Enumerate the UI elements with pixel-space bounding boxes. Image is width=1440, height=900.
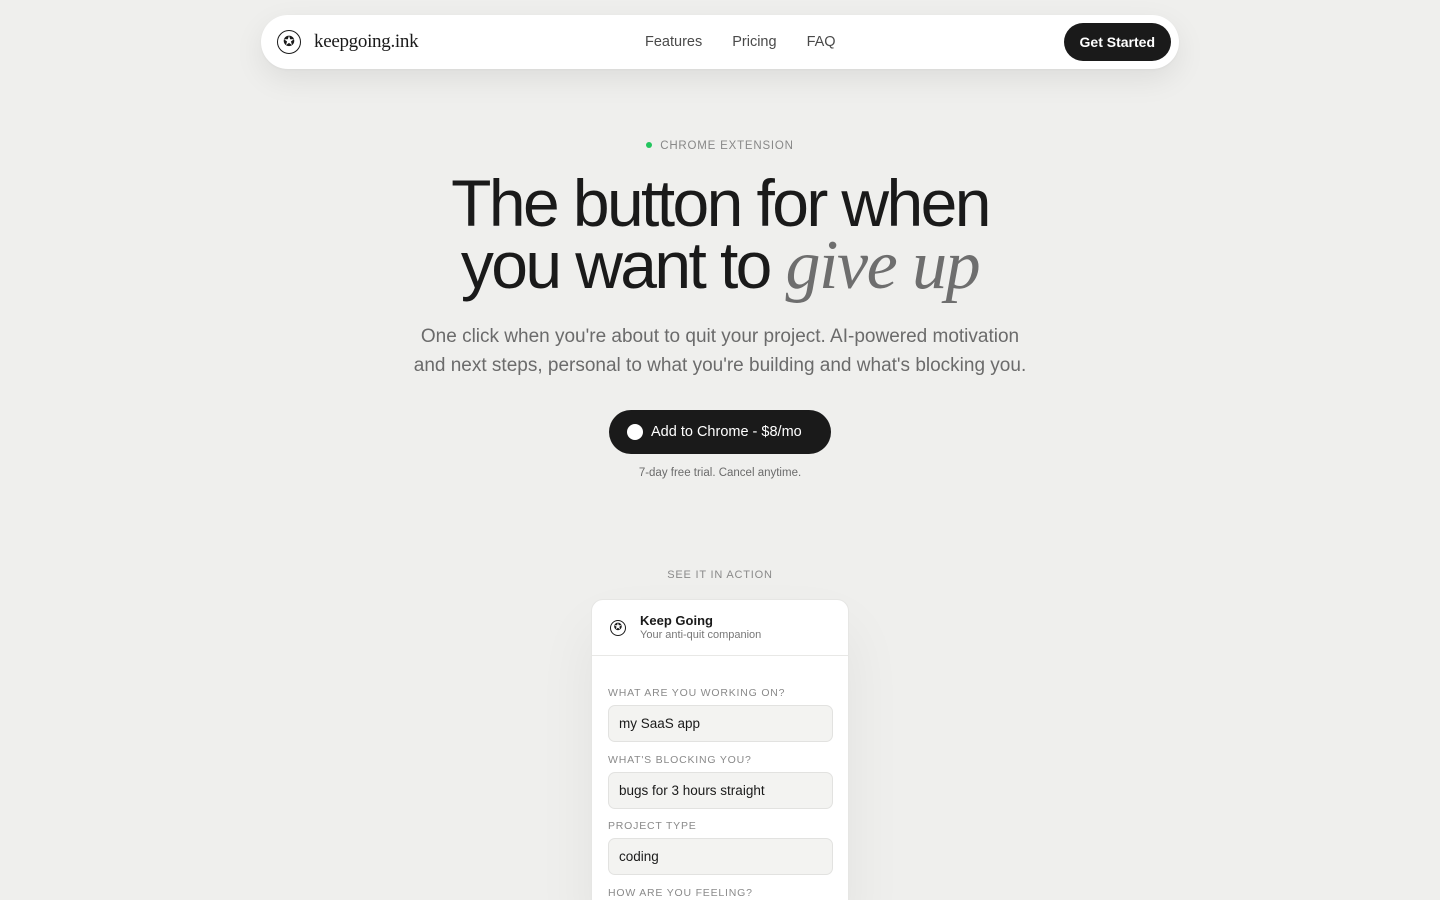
app-subtitle: Your anti-quit companion [640,628,762,641]
top-nav: ✪ keepgoing.ink Features Pricing FAQ Get… [261,15,1179,69]
card-titles: Keep Going Your anti-quit companion [640,613,761,643]
status-dot-icon [646,142,653,148]
chrome-icon [627,424,643,440]
nav-link-pricing[interactable]: Pricing [732,34,776,50]
eyebrow-text: CHROME EXTENSION [660,140,794,152]
blocking-label: WHAT'S BLOCKING YOU? [608,754,752,766]
nav-link-features[interactable]: Features [645,34,702,50]
star-logo-icon: ✪ [610,619,626,636]
subtext-line-2: and next steps, personal to what you're … [413,355,1027,376]
brand-name: keepgoing.ink [314,31,419,52]
nav-links: Features Pricing FAQ [645,15,866,69]
landing-page: ✪ keepgoing.ink Features Pricing FAQ Get… [0,0,1440,900]
star-logo-icon: ✪ [277,30,301,54]
project-type-label: PROJECT TYPE [608,820,697,832]
feeling-label: HOW ARE YOU FEELING? [608,887,753,899]
working-on-input[interactable]: my SaaS app [608,705,833,742]
working-on-label: WHAT ARE YOU WORKING ON? [608,687,786,699]
trial-note: 7-day free trial. Cancel anytime. [638,467,802,479]
headline-accent: give up [785,227,981,304]
headline: The button for when you want to give up [0,170,1440,301]
blocking-input[interactable]: bugs for 3 hours straight [608,772,833,809]
section-label: SEE IT IN ACTION [667,569,773,581]
get-started-button[interactable]: Get Started [1063,23,1171,61]
add-to-chrome-label: Add to Chrome - $8/mo [651,424,802,440]
hero-subtext: One click when you're about to quit your… [400,322,1040,380]
nav-link-faq[interactable]: FAQ [807,34,836,50]
card-header: ✪ Keep Going Your anti-quit companion [592,600,848,656]
headline-line-2: you want to [460,228,773,302]
subtext-line-1: One click when you're about to quit your… [420,326,1020,347]
eyebrow: CHROME EXTENSION [0,140,1440,152]
add-to-chrome-button[interactable]: Add to Chrome - $8/mo [609,410,831,454]
brand[interactable]: ✪ keepgoing.ink [277,15,419,69]
project-type-input[interactable]: coding [608,838,833,875]
extension-preview-card: ✪ Keep Going Your anti-quit companion WH… [591,599,849,900]
app-title: Keep Going [640,612,713,628]
